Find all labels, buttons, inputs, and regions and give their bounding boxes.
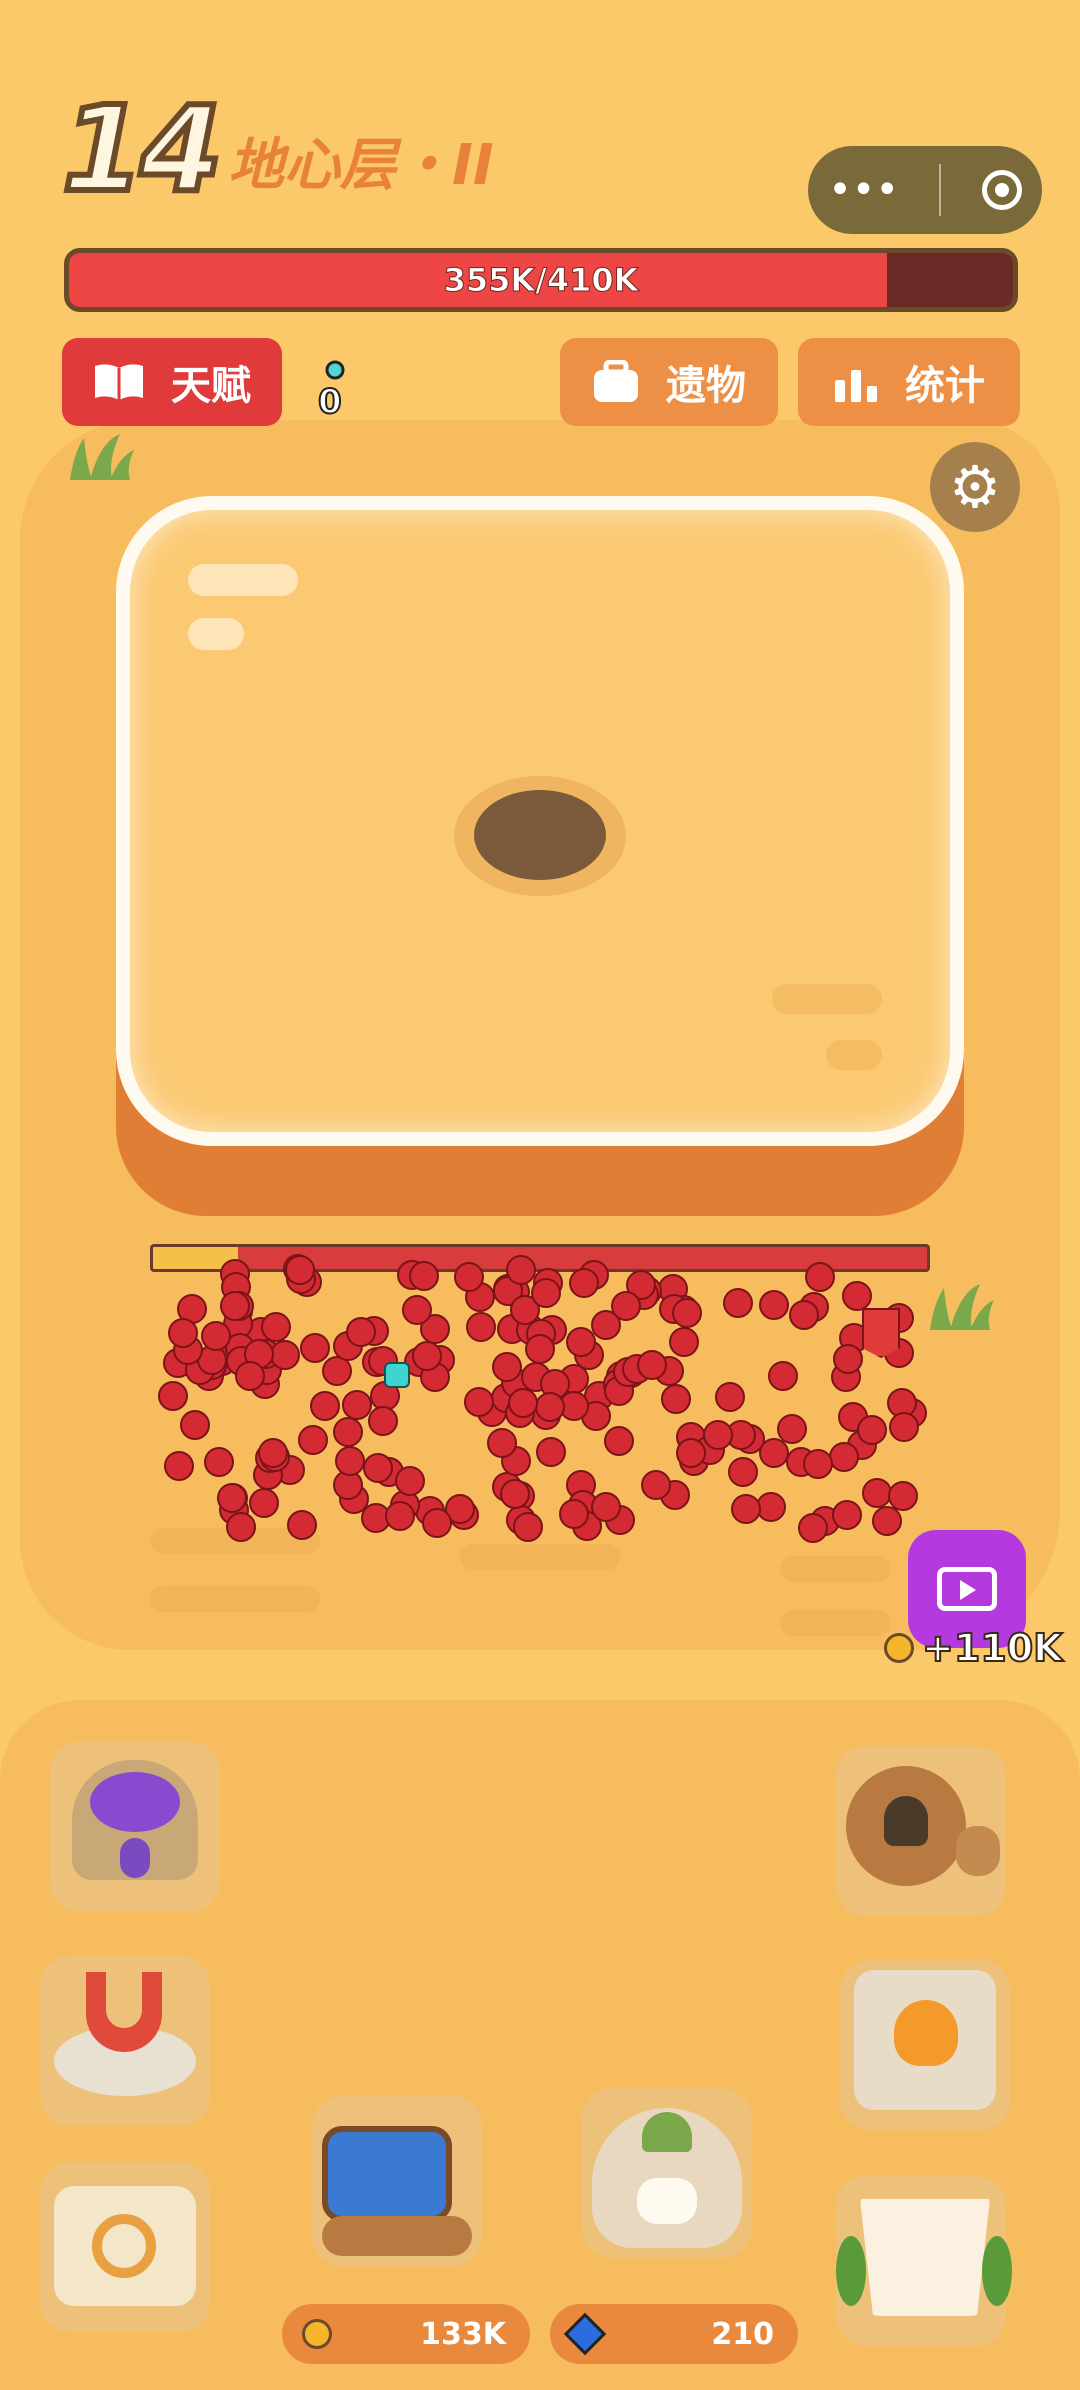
library-building[interactable]	[582, 2088, 752, 2258]
relic-button[interactable]: 遗物	[560, 338, 778, 426]
magnet-building[interactable]	[40, 1956, 210, 2126]
sand-streak	[780, 1556, 890, 1582]
settings-button[interactable]: ⚙	[930, 442, 1020, 532]
target-icon[interactable]	[981, 170, 1022, 210]
stats-label: 统计	[905, 363, 985, 409]
coin-amount: 133K	[420, 2316, 506, 2352]
gem-amount: 210	[711, 2316, 774, 2352]
menu-dots-icon[interactable]: •••	[828, 167, 899, 213]
portal-building[interactable]	[50, 1742, 220, 1912]
enemy-wave-fill	[153, 1247, 239, 1269]
key-count: 0	[317, 381, 343, 423]
gem-icon	[563, 2312, 607, 2356]
level-number: 14	[59, 80, 225, 218]
training-building[interactable]	[840, 1960, 1010, 2130]
chart-icon	[835, 370, 877, 402]
tent-building[interactable]	[836, 2176, 1012, 2346]
sand-streak	[460, 1544, 620, 1570]
bag-icon	[594, 360, 638, 402]
board-highlight	[188, 618, 244, 650]
talent-label: 天赋	[171, 363, 251, 409]
boss-hp-bar: 355K/410K	[64, 248, 1018, 312]
stats-button[interactable]: 统计	[798, 338, 1020, 426]
board-streak	[772, 984, 882, 1014]
gem-balance: 210	[550, 2304, 798, 2364]
book-icon	[95, 364, 143, 400]
capsule-divider	[939, 164, 942, 216]
mini-program-capsule[interactable]: •••	[808, 146, 1042, 234]
enemy-wave-bar	[150, 1244, 930, 1272]
ad-reward: +110K	[884, 1625, 1064, 1671]
level-name: 地心层・II	[228, 133, 494, 198]
ad-reward-amount: +110K	[921, 1625, 1064, 1671]
video-icon	[937, 1567, 997, 1611]
grass-tuft	[70, 434, 134, 480]
rune-building[interactable]	[40, 2162, 210, 2332]
boss-hp-text: 355K/410K	[443, 261, 639, 300]
board-streak	[826, 1040, 882, 1070]
talent-button[interactable]: 天赋	[62, 338, 282, 426]
relic-label: 遗物	[666, 363, 746, 409]
grass-tuft	[930, 1284, 994, 1330]
cannon-building[interactable]	[836, 1746, 1006, 1916]
coin-balance: 133K	[282, 2304, 530, 2364]
key-counter: 0	[314, 360, 354, 423]
board-highlight	[188, 564, 298, 596]
coin-icon	[884, 1633, 914, 1663]
sand-streak	[150, 1586, 320, 1612]
sand-streak	[150, 1528, 320, 1554]
gear-icon: ⚙	[949, 453, 1001, 521]
camp-building[interactable]	[312, 2096, 482, 2266]
coin-icon	[302, 2319, 332, 2349]
dig-hole	[474, 790, 606, 880]
sand-streak	[780, 1610, 890, 1636]
